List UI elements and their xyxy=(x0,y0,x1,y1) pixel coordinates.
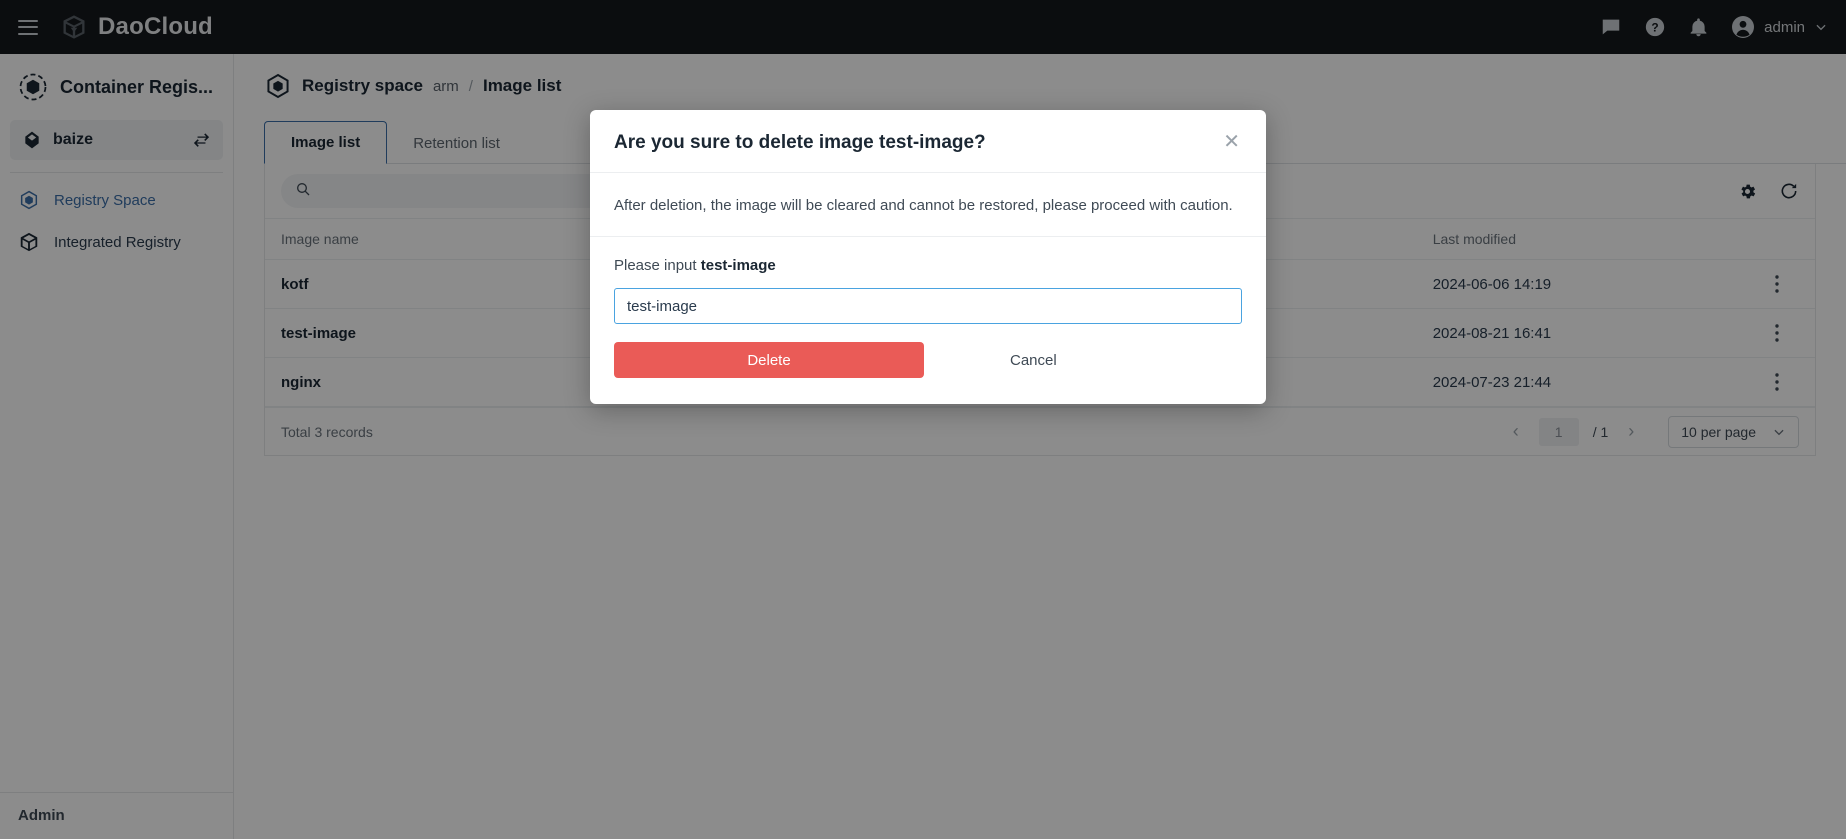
confirm-name-input[interactable] xyxy=(614,288,1242,324)
cancel-button[interactable]: Cancel xyxy=(1010,352,1057,369)
dialog-title: Are you sure to delete image test-image? xyxy=(614,132,986,153)
dialog-form: Please input test-image Delete Cancel xyxy=(590,237,1266,404)
dialog-body: After deletion, the image will be cleare… xyxy=(590,173,1266,237)
confirm-input-label: Please input test-image xyxy=(614,257,1242,274)
dialog-actions: Delete Cancel xyxy=(614,342,1242,378)
close-icon[interactable]: ✕ xyxy=(1221,132,1242,152)
confirm-input-label-target: test-image xyxy=(700,257,776,274)
confirm-input-label-prefix: Please input xyxy=(614,257,701,274)
app-root: DaoCloud ? admin Container Regis... baiz… xyxy=(0,0,1846,839)
dialog-description: After deletion, the image will be cleare… xyxy=(614,197,1233,214)
confirm-input-wrapper xyxy=(614,288,1242,324)
delete-button[interactable]: Delete xyxy=(614,342,924,378)
delete-image-dialog: Are you sure to delete image test-image?… xyxy=(590,110,1266,404)
dialog-header: Are you sure to delete image test-image?… xyxy=(590,110,1266,173)
